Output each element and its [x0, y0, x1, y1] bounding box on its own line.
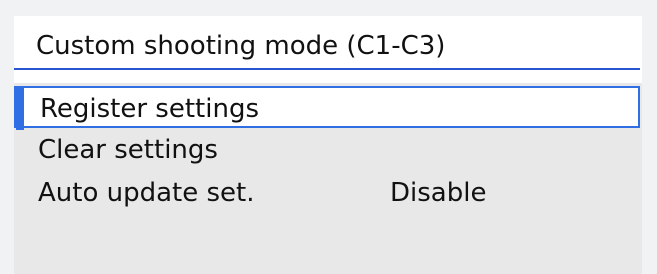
menu-item-label: Register settings: [40, 94, 259, 124]
menu-title: Custom shooting mode (C1-C3): [36, 31, 446, 61]
empty-menu-item: [14, 215, 640, 257]
auto-update-set-item[interactable]: Auto update set. Disable: [14, 172, 640, 214]
menu-item-label: Auto update set.: [38, 178, 255, 208]
clear-settings-item[interactable]: Clear settings: [14, 129, 640, 171]
camera-menu-screen: Custom shooting mode (C1-C3) Register se…: [14, 16, 642, 274]
title-divider: [14, 68, 640, 70]
selection-marker: [16, 88, 24, 130]
auto-update-value: Disable: [390, 178, 487, 208]
register-settings-item[interactable]: Register settings: [14, 86, 640, 130]
menu-item-label: Clear settings: [38, 135, 218, 165]
